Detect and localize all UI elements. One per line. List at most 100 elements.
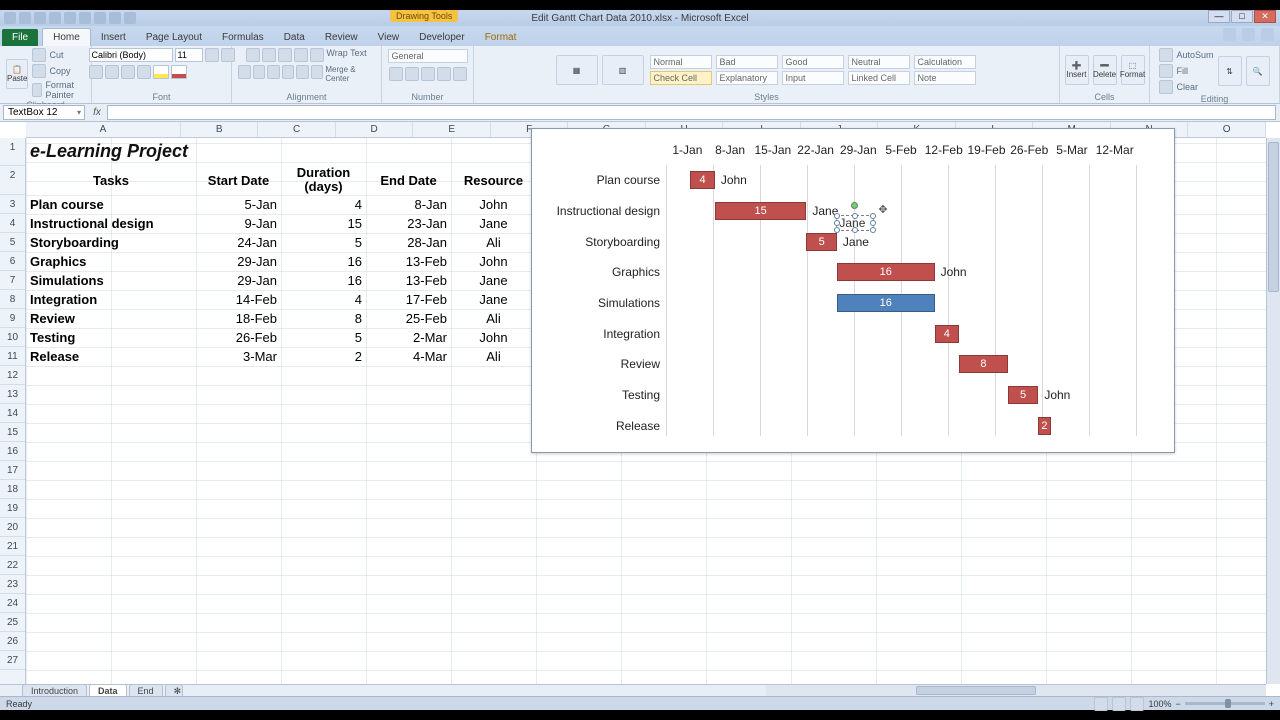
tab-formulas[interactable]: Formulas [212, 29, 274, 46]
cell[interactable]: Jane [451, 214, 536, 233]
scrollbar-thumb[interactable] [1268, 142, 1279, 292]
cell[interactable]: 13-Feb [366, 271, 451, 290]
cell[interactable]: Jane [451, 290, 536, 309]
zoom-slider[interactable] [1185, 702, 1265, 705]
gantt-bar[interactable]: 8 [959, 355, 1008, 373]
painter-label[interactable]: Format Painter [45, 80, 85, 100]
gantt-bar[interactable]: 15 [715, 202, 807, 220]
cell[interactable]: Testing [26, 328, 196, 347]
clear-icon[interactable] [1159, 80, 1173, 94]
cell[interactable]: 3-Mar [196, 347, 281, 366]
cell[interactable]: 4 [281, 195, 366, 214]
zoom-level[interactable]: 100% [1148, 699, 1171, 709]
gantt-bar[interactable]: 16 [837, 263, 935, 281]
cell-style-neutral[interactable]: Neutral [848, 55, 910, 69]
row-header-25[interactable]: 25 [0, 613, 25, 632]
tab-data[interactable]: Data [274, 29, 315, 46]
row-header-2[interactable]: 2 [0, 166, 25, 195]
cell[interactable]: 25-Feb [366, 309, 451, 328]
format-as-table-button[interactable]: ▥ [602, 55, 644, 85]
cell[interactable]: Release [26, 347, 196, 366]
align-middle-icon[interactable] [262, 48, 276, 62]
header-cell[interactable]: Duration (days) [281, 166, 366, 194]
cell[interactable]: 2 [281, 347, 366, 366]
vertical-scrollbar[interactable] [1266, 138, 1280, 684]
cell[interactable]: 17-Feb [366, 290, 451, 309]
tab-view[interactable]: View [368, 29, 410, 46]
gantt-bar[interactable]: 16 [837, 294, 935, 312]
tab-developer[interactable]: Developer [409, 29, 475, 46]
cut-icon[interactable] [32, 48, 46, 62]
cell-style-normal[interactable]: Normal [650, 55, 712, 69]
gantt-bar[interactable]: 4 [935, 325, 959, 343]
format-cells-button[interactable]: ⬚Format [1121, 55, 1145, 85]
gantt-bar[interactable]: 4 [690, 171, 714, 189]
border-icon[interactable] [137, 65, 151, 79]
cell-style-check[interactable]: Check Cell [650, 71, 712, 85]
row-header-19[interactable]: 19 [0, 499, 25, 518]
sheet-tab-introduction[interactable]: Introduction [22, 684, 87, 696]
wrap-text-label[interactable]: Wrap Text [326, 48, 366, 62]
qat-icon[interactable] [124, 12, 136, 24]
qat-icon[interactable] [94, 12, 106, 24]
maximize-button[interactable]: □ [1231, 10, 1253, 23]
cell[interactable]: 4 [281, 290, 366, 309]
cell[interactable]: Jane [451, 271, 536, 290]
row-header-18[interactable]: 18 [0, 480, 25, 499]
cell[interactable]: 15 [281, 214, 366, 233]
format-painter-icon[interactable] [32, 83, 42, 97]
tab-page-layout[interactable]: Page Layout [136, 29, 212, 46]
row-header-27[interactable]: 27 [0, 651, 25, 670]
cell[interactable]: 16 [281, 252, 366, 271]
insert-cells-button[interactable]: ➕Insert [1065, 55, 1089, 85]
merge-icon[interactable] [311, 65, 324, 79]
row-header-12[interactable]: 12 [0, 366, 25, 385]
conditional-formatting-button[interactable]: ▦ [556, 55, 598, 85]
cell-style-linked[interactable]: Linked Cell [848, 71, 910, 85]
col-header-D[interactable]: D [336, 122, 414, 137]
row-header-7[interactable]: 7 [0, 271, 25, 290]
cell[interactable]: 29-Jan [196, 271, 281, 290]
col-header-C[interactable]: C [258, 122, 336, 137]
tab-review[interactable]: Review [315, 29, 368, 46]
row-header-15[interactable]: 15 [0, 423, 25, 442]
cell-style-input[interactable]: Input [782, 71, 844, 85]
cell[interactable]: Plan course [26, 195, 196, 214]
cell[interactable]: 29-Jan [196, 252, 281, 271]
gantt-chart[interactable]: 1-Jan8-Jan15-Jan22-Jan29-Jan5-Feb12-Feb1… [531, 128, 1175, 453]
fill-icon[interactable] [1159, 64, 1173, 78]
cell[interactable]: 23-Jan [366, 214, 451, 233]
col-header-B[interactable]: B [181, 122, 259, 137]
dec-decimal-icon[interactable] [453, 67, 467, 81]
merge-label[interactable]: Merge & Center [325, 65, 375, 83]
scrollbar-thumb[interactable] [916, 686, 1036, 695]
cell-style-calc[interactable]: Calculation [914, 55, 976, 69]
cell[interactable]: Ali [451, 233, 536, 252]
grow-font-icon[interactable] [205, 48, 219, 62]
cell[interactable]: 8 [281, 309, 366, 328]
font-color-icon[interactable] [171, 65, 187, 79]
cell-style-good[interactable]: Good [782, 55, 844, 69]
row-header-11[interactable]: 11 [0, 347, 25, 366]
view-normal-icon[interactable] [1094, 697, 1108, 711]
row-header-10[interactable]: 10 [0, 328, 25, 347]
horizontal-scrollbar[interactable] [766, 684, 1266, 696]
cut-label[interactable]: Cut [49, 50, 63, 60]
number-format-select[interactable]: General [388, 49, 468, 63]
col-header-O[interactable]: O [1188, 122, 1266, 137]
row-header-24[interactable]: 24 [0, 594, 25, 613]
qat-icon[interactable] [79, 12, 91, 24]
row-header-8[interactable]: 8 [0, 290, 25, 309]
font-size-input[interactable] [175, 48, 203, 62]
col-header-E[interactable]: E [413, 122, 491, 137]
find-select-button[interactable]: 🔍 [1246, 56, 1270, 86]
cell[interactable]: Ali [451, 347, 536, 366]
cell[interactable]: 18-Feb [196, 309, 281, 328]
cell-style-note[interactable]: Note [914, 71, 976, 85]
cell[interactable]: 2-Mar [366, 328, 451, 347]
row-header-22[interactable]: 22 [0, 556, 25, 575]
header-cell[interactable]: Resource [451, 166, 536, 195]
indent-dec-icon[interactable] [282, 65, 295, 79]
align-top-icon[interactable] [246, 48, 260, 62]
italic-icon[interactable] [105, 65, 119, 79]
